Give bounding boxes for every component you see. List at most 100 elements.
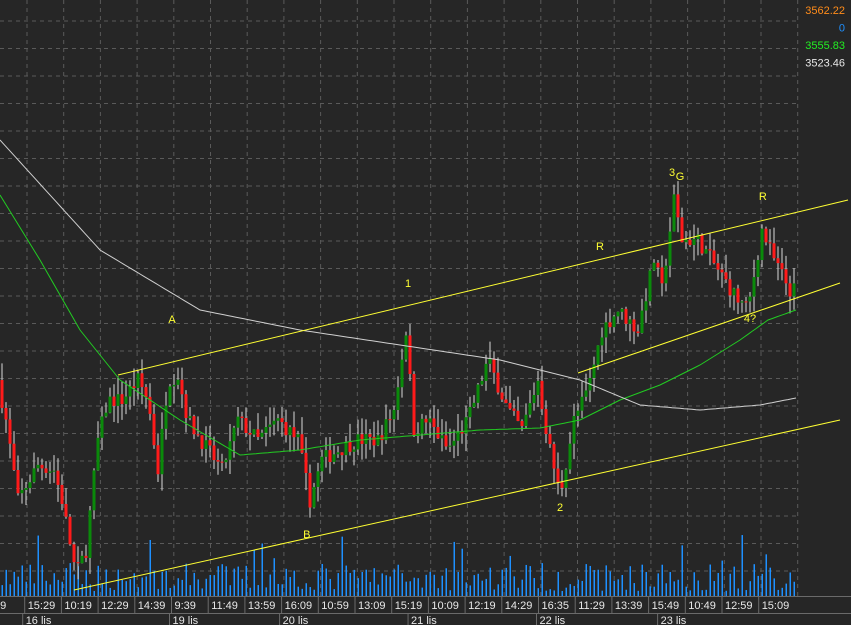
volume-bar <box>665 583 667 596</box>
volume-bar <box>505 567 507 596</box>
volume-bar <box>173 585 175 596</box>
volume-bar <box>197 579 199 596</box>
candle-up <box>396 387 400 411</box>
candle-up <box>484 363 488 381</box>
volume-bar <box>353 569 355 596</box>
volume-bar <box>305 583 307 596</box>
candle-up <box>664 265 668 284</box>
volume-bar <box>581 580 583 596</box>
price-chart[interactable]: A 1 B 2 R 3G R 4? :19 15:29 10:19 12:29 14:39 9:39 11… <box>0 0 851 625</box>
volume-bar <box>297 586 299 596</box>
volume-bar <box>485 578 487 596</box>
candle-up <box>616 311 620 317</box>
volume-bar <box>641 564 643 596</box>
candle-up <box>452 440 456 446</box>
volume-bar <box>461 548 463 596</box>
volume-bar <box>5 569 7 596</box>
candle-up <box>668 231 672 266</box>
candle-down <box>516 410 520 421</box>
volume-bar <box>645 571 647 596</box>
trend-lines[interactable] <box>73 199 849 591</box>
trend-line-lower-channel[interactable] <box>73 419 841 591</box>
candle-up <box>532 394 536 404</box>
candle-up <box>116 394 120 406</box>
volume-bar <box>657 573 659 596</box>
candle-down <box>556 468 560 483</box>
volume-bar <box>361 572 363 596</box>
candle-up <box>160 428 164 475</box>
candle-down <box>728 279 732 296</box>
volume-bar <box>577 579 579 596</box>
candle-up <box>572 415 576 444</box>
volume-bar <box>1 585 3 596</box>
candle-down <box>624 308 628 324</box>
candle-down <box>700 234 704 254</box>
candle-down <box>144 387 148 397</box>
candle-up <box>324 450 328 457</box>
volume-bar <box>681 545 683 596</box>
time-label: 10:09 <box>431 600 459 612</box>
volume-bar <box>245 565 247 596</box>
candle-up <box>272 420 276 425</box>
candle-up <box>32 468 36 483</box>
candle-up <box>584 390 588 397</box>
volume-bar <box>573 585 575 596</box>
candle-up <box>236 416 240 428</box>
volume-bar <box>689 590 691 596</box>
candle-down <box>632 319 636 332</box>
candle-up <box>612 316 616 328</box>
candle-up <box>600 337 604 346</box>
volume-bar <box>273 558 275 596</box>
volume-bar <box>25 581 27 596</box>
wave-label: 1 <box>405 278 411 290</box>
candle-down <box>788 283 792 297</box>
time-label: 13:09 <box>358 600 386 612</box>
time-label: 15:09 <box>762 600 790 612</box>
wave-label: 2 <box>557 502 563 514</box>
volume-bar <box>729 573 731 596</box>
time-label: 12:59 <box>725 600 753 612</box>
candle-down <box>348 441 352 452</box>
candle-up <box>752 277 756 297</box>
volume-bar <box>389 576 391 596</box>
volume-bar <box>429 571 431 596</box>
candle-up <box>760 228 764 261</box>
volume-bar <box>737 588 739 596</box>
volume-bar <box>757 575 759 596</box>
candle-down <box>636 331 640 334</box>
candle-down <box>656 262 660 268</box>
volume-bar <box>289 576 291 596</box>
volume-bar <box>321 563 323 596</box>
date-label: 19 lis <box>173 615 199 625</box>
candle-up <box>596 345 600 365</box>
volume-bar <box>209 574 211 596</box>
volume-bar <box>53 573 55 596</box>
candle-up <box>252 429 256 435</box>
volume-bar <box>549 589 551 596</box>
volume-bar <box>569 584 571 596</box>
candle-up <box>20 489 24 494</box>
volume-bar <box>409 581 411 596</box>
candle-down <box>544 409 548 434</box>
volume-bar <box>621 574 623 596</box>
candle-up <box>644 301 648 311</box>
candle-down <box>216 460 220 462</box>
volume-bar <box>265 587 267 596</box>
candle-down <box>12 443 16 471</box>
candle-up <box>228 441 232 460</box>
volume-bar <box>281 584 283 596</box>
volume-bar <box>425 574 427 596</box>
volume-bar <box>33 583 35 596</box>
volume-bar <box>753 564 755 596</box>
candle-up <box>336 452 340 455</box>
candle-down <box>132 386 136 389</box>
candle-down <box>548 433 552 445</box>
candle-up <box>100 416 104 438</box>
volume-bar <box>401 573 403 596</box>
candle-up <box>344 441 348 456</box>
candle-up <box>428 418 432 423</box>
time-label: 16:35 <box>542 600 570 612</box>
volume-bar <box>373 568 375 596</box>
candle-up <box>580 396 584 411</box>
candle-up <box>224 459 228 463</box>
